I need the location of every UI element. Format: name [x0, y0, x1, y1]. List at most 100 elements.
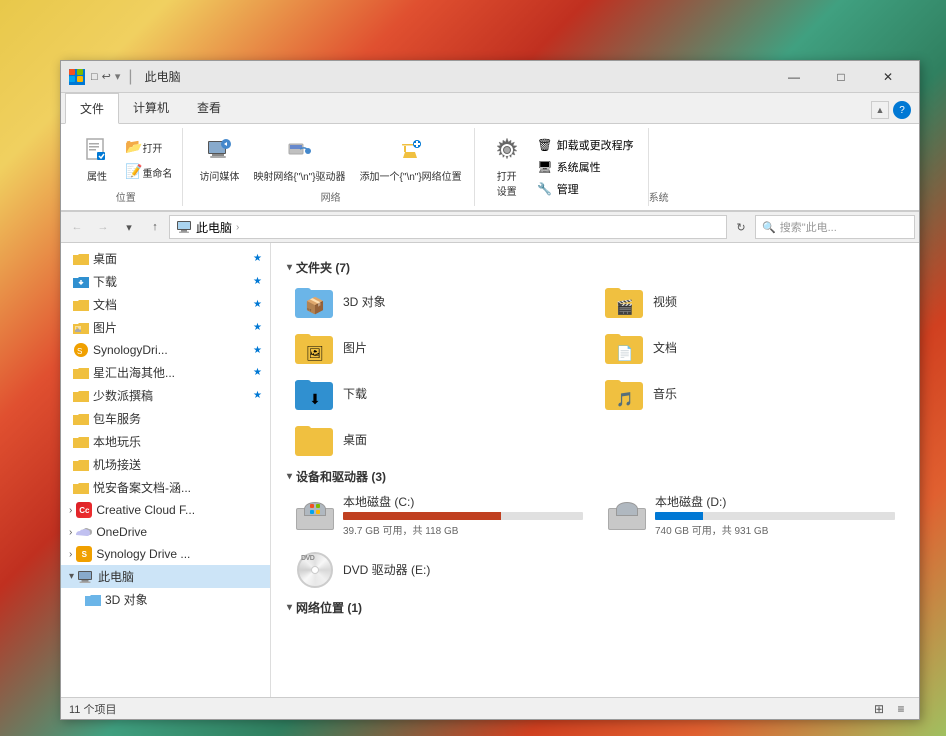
synology-icon: S [73, 342, 89, 358]
quick-save-btn[interactable]: □ [91, 71, 98, 83]
properties-button[interactable]: 属性 [75, 130, 119, 187]
sidebar-item-pictures[interactable]: 图片 ★ [61, 316, 270, 339]
bendi-label: 本地玩乐 [93, 433, 262, 450]
search-box[interactable]: 🔍 搜索"此电... [755, 215, 915, 239]
jichang-label: 机场接送 [93, 456, 262, 473]
map-drive-button[interactable]: 映射网络{"\n"}驱动器 [247, 130, 351, 187]
sidebar-group-creative-cloud[interactable]: › Cc Creative Cloud F... [61, 499, 270, 521]
recent-button[interactable]: ▾ [117, 216, 141, 238]
folder-downloads[interactable]: ⬇ 下载 [287, 372, 593, 414]
path-this-pc[interactable]: 此电脑 [196, 219, 232, 236]
address-path[interactable]: 此电脑 › [169, 215, 727, 239]
devices-chevron: ▾ [287, 471, 292, 482]
onedrive-expand-icon: › [69, 527, 72, 538]
window-icon [69, 69, 85, 85]
back-button[interactable]: ← [65, 216, 89, 238]
window-title: 此电脑 [145, 68, 771, 85]
folder-pictures[interactable]: 🖼 图片 [287, 326, 593, 368]
manage-label: 管理 [557, 181, 579, 197]
close-button[interactable]: ✕ [865, 61, 911, 93]
sidebar-item-downloads[interactable]: 下载 ★ [61, 270, 270, 293]
minimize-button[interactable]: — [771, 61, 817, 93]
3d-objects-label: 3D 对象 [105, 591, 262, 608]
tab-computer[interactable]: 计算机 [119, 93, 183, 123]
system-props-button[interactable]: 🖥 系统属性 [533, 157, 638, 177]
search-placeholder: 搜索"此电... [780, 219, 837, 235]
view-grid-button[interactable]: ⊞ [869, 700, 889, 718]
properties-icon [81, 134, 113, 166]
add-network-label: 添加一个{"\n"}网络位置 [360, 168, 462, 183]
folder-desktop[interactable]: 桌面 [287, 418, 593, 460]
path-computer-icon [176, 219, 192, 235]
desktop-label: 桌面 [93, 250, 249, 267]
help-button[interactable]: ? [893, 101, 911, 119]
sidebar-item-documents[interactable]: 文档 ★ [61, 293, 270, 316]
drive-d[interactable]: 本地磁盘 (D:) 740 GB 可用，共 931 GB [599, 489, 903, 541]
refresh-button[interactable]: ↻ [729, 216, 753, 238]
ribbon-content: 属性 📂 打开 📝 重命名 位置 [61, 124, 919, 211]
folder-video[interactable]: 🎬 视频 [597, 280, 903, 322]
sidebar: 桌面 ★ 下载 ★ 文档 ★ [61, 243, 271, 697]
sidebar-item-jichang[interactable]: 机场接送 [61, 453, 270, 476]
documents-pin: ★ [253, 299, 262, 310]
folder-downloads-label: 下载 [343, 385, 367, 402]
sidebar-item-shaoshupai[interactable]: 少数派撰稿 ★ [61, 384, 270, 407]
rename-label: 重命名 [142, 165, 172, 180]
devices-section-header[interactable]: ▾ 设备和驱动器 (3) [287, 468, 903, 485]
sidebar-item-xinghu[interactable]: 星汇出海其他... ★ [61, 361, 270, 384]
main-area: 桌面 ★ 下载 ★ 文档 ★ [61, 243, 919, 697]
folder-3d-icon: 📦 [295, 284, 335, 318]
access-media-button[interactable]: 访问媒体 [193, 130, 245, 187]
drive-dvd[interactable]: DVD DVD 驱动器 (E:) [287, 549, 591, 591]
desktop-folder-icon [73, 251, 89, 267]
location-group-label: 位置 [116, 189, 136, 204]
drive-grid: 本地磁盘 (C:) 39.7 GB 可用，共 118 GB [287, 489, 903, 591]
sidebar-group-this-pc[interactable]: ▾ 此电脑 [61, 565, 270, 588]
folder-downloads-icon: ⬇ [295, 376, 335, 410]
maximize-button[interactable]: □ [818, 61, 864, 93]
baoche-folder-icon [73, 411, 89, 427]
folder-3d-objects[interactable]: 📦 3D 对象 [287, 280, 593, 322]
cc-expand-icon: › [69, 505, 72, 516]
tab-view[interactable]: 查看 [183, 93, 235, 123]
rename-button[interactable]: 📝 重命名 [121, 160, 176, 183]
drive-d-info: 本地磁盘 (D:) 740 GB 可用，共 931 GB [655, 493, 895, 537]
sidebar-item-bendi[interactable]: 本地玩乐 [61, 430, 270, 453]
sidebar-group-onedrive[interactable]: › OneDrive [61, 521, 270, 543]
network-section-header[interactable]: ▾ 网络位置 (1) [287, 599, 903, 616]
bendi-folder-icon [73, 434, 89, 450]
quick-undo-btn[interactable]: ↩ [102, 70, 111, 83]
shaoshupai-pin: ★ [253, 390, 262, 401]
view-list-button[interactable]: ≡ [891, 700, 911, 718]
folder-documents[interactable]: 📄 文档 [597, 326, 903, 368]
add-network-button[interactable]: 添加一个{"\n"}网络位置 [354, 130, 468, 187]
ribbon-collapse-btn[interactable]: ▲ [871, 101, 889, 119]
manage-button[interactable]: 🔧 管理 [533, 179, 638, 199]
tab-file[interactable]: 文件 [65, 93, 119, 124]
open-button[interactable]: 📂 打开 [121, 135, 176, 158]
folder-music[interactable]: 🎵 音乐 [597, 372, 903, 414]
drive-c-size: 39.7 GB 可用，共 118 GB [343, 522, 583, 537]
onedrive-icon [76, 524, 92, 540]
forward-button[interactable]: → [91, 216, 115, 238]
folder-pictures-label: 图片 [343, 339, 367, 356]
up-button[interactable]: ↑ [143, 216, 167, 238]
drive-c[interactable]: 本地磁盘 (C:) 39.7 GB 可用，共 118 GB [287, 489, 591, 541]
folder-desktop-icon [295, 422, 335, 456]
synology-label: SynologyDri... [93, 343, 249, 357]
drive-dvd-info: DVD 驱动器 (E:) [343, 561, 583, 580]
sidebar-item-synology[interactable]: S SynologyDri... ★ [61, 339, 270, 361]
location-group-items: 属性 📂 打开 📝 重命名 [75, 130, 176, 187]
sidebar-group-synology-drive[interactable]: › S Synology Drive ... [61, 543, 270, 565]
sidebar-item-baoche[interactable]: 包车服务 [61, 407, 270, 430]
pictures-folder-icon [73, 320, 89, 336]
open-settings-button[interactable]: 打开设置 [485, 130, 529, 204]
sidebar-item-3d-objects[interactable]: 3D 对象 [61, 588, 270, 611]
ribbon-tab-bar: 文件 计算机 查看 ▲ ? [61, 93, 919, 124]
sidebar-item-yuean[interactable]: 悦安备案文档-涵... [61, 476, 270, 499]
sidebar-item-desktop[interactable]: 桌面 ★ [61, 247, 270, 270]
rename-icon: 📝 [125, 163, 142, 180]
folders-section-header[interactable]: ▾ 文件夹 (7) [287, 259, 903, 276]
cc-icon: Cc [76, 502, 92, 518]
uninstall-button[interactable]: 🗑 卸载或更改程序 [533, 135, 638, 155]
